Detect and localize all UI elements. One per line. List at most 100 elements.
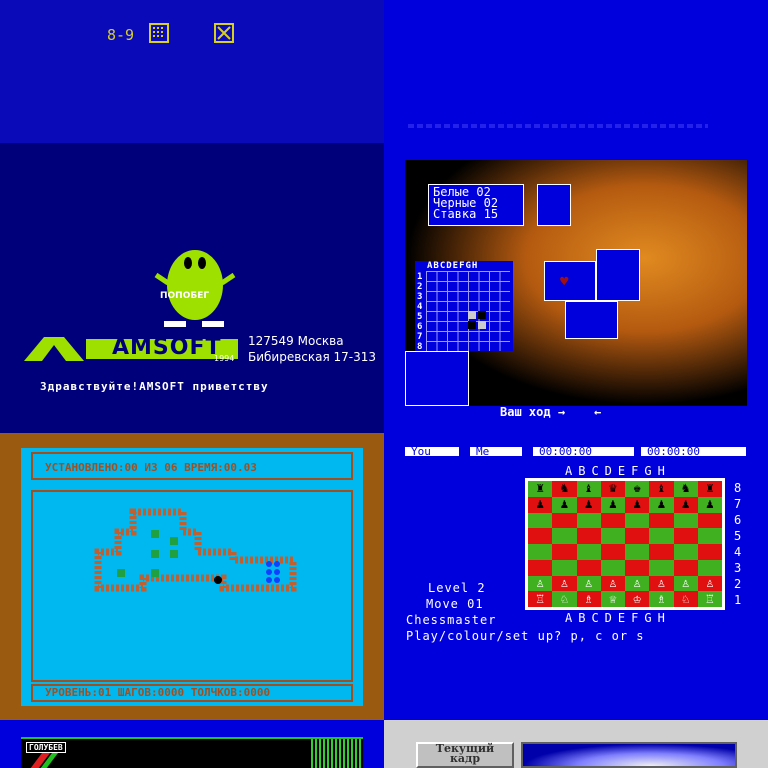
chess-square[interactable]: ♙ [697, 575, 722, 592]
chess-square[interactable] [528, 512, 553, 529]
chess-square[interactable]: ♛ [600, 481, 625, 497]
chess-square[interactable] [625, 512, 650, 529]
chess-piece[interactable]: ♜ [536, 482, 544, 495]
chess-piece[interactable]: ♜ [706, 482, 714, 495]
chess-square[interactable] [576, 528, 601, 544]
chess-piece[interactable]: ♟ [609, 498, 617, 511]
chess-piece[interactable]: ♟ [536, 498, 544, 511]
chess-piece[interactable]: ♘ [560, 593, 568, 606]
chess-square[interactable]: ♟ [697, 496, 722, 513]
chess-square[interactable] [600, 559, 625, 576]
chess-square[interactable]: ♗ [576, 591, 601, 607]
chess-square[interactable]: ♖ [697, 591, 722, 607]
chess-square[interactable] [576, 512, 601, 529]
chess-piece[interactable]: ♗ [585, 593, 593, 606]
chess-piece[interactable]: ♙ [609, 577, 617, 590]
chess-square[interactable] [649, 528, 674, 544]
chess-square[interactable] [552, 528, 577, 544]
chess-square[interactable] [528, 559, 553, 576]
chess-piece[interactable]: ♙ [706, 577, 714, 590]
chess-piece[interactable]: ♚ [633, 482, 641, 495]
chess-piece[interactable]: ♗ [657, 593, 665, 606]
chess-square[interactable] [625, 559, 650, 576]
chess-square[interactable] [649, 544, 674, 560]
chess-square[interactable]: ♜ [528, 481, 553, 497]
chess-square[interactable] [697, 544, 722, 560]
chess-square[interactable]: ♟ [649, 496, 674, 513]
chess-square[interactable]: ♗ [649, 591, 674, 607]
chess-square[interactable]: ♚ [625, 481, 650, 497]
chess-piece[interactable]: ♟ [706, 498, 714, 511]
chess-square[interactable] [600, 544, 625, 560]
chess-square[interactable]: ♟ [576, 496, 601, 513]
chess-piece[interactable]: ♙ [657, 577, 665, 590]
chess-piece[interactable]: ♞ [682, 482, 690, 495]
chess-square[interactable] [552, 559, 577, 576]
chess-piece[interactable]: ♟ [560, 498, 568, 511]
chess-square[interactable]: ♙ [673, 575, 698, 592]
chess-piece[interactable]: ♛ [609, 482, 617, 495]
chess-piece[interactable]: ♙ [560, 577, 568, 590]
chess-piece[interactable]: ♕ [609, 593, 617, 606]
chess-piece[interactable]: ♘ [682, 593, 690, 606]
chess-square[interactable]: ♝ [649, 481, 674, 497]
chess-square[interactable] [552, 512, 577, 529]
chess-square[interactable]: ♙ [600, 575, 625, 592]
chess-square[interactable] [673, 559, 698, 576]
chess-square[interactable] [673, 528, 698, 544]
chess-piece[interactable]: ♟ [585, 498, 593, 511]
chess-square[interactable]: ♟ [625, 496, 650, 513]
chess-square[interactable]: ♙ [552, 575, 577, 592]
chess-square[interactable]: ♙ [625, 575, 650, 592]
stake-box[interactable] [537, 184, 571, 226]
chess-square[interactable]: ♕ [600, 591, 625, 607]
chess-square[interactable]: ♜ [697, 481, 722, 497]
chess-square[interactable]: ♙ [528, 575, 553, 592]
chess-square[interactable] [649, 559, 674, 576]
chess-piece[interactable]: ♖ [536, 593, 544, 606]
chess-square[interactable] [697, 559, 722, 576]
chess-square[interactable]: ♔ [625, 591, 650, 607]
chess-square[interactable]: ♞ [552, 481, 577, 497]
hidden-card[interactable] [596, 249, 640, 301]
chess-piece[interactable]: ♙ [682, 577, 690, 590]
hidden-card[interactable] [544, 261, 596, 301]
chess-square[interactable]: ♘ [552, 591, 577, 607]
board-grid[interactable] [426, 271, 510, 351]
chess-piece[interactable]: ♟ [633, 498, 641, 511]
chess-square[interactable] [528, 544, 553, 560]
chess-square[interactable]: ♘ [673, 591, 698, 607]
hidden-card[interactable] [405, 351, 469, 406]
chess-piece[interactable]: ♟ [682, 498, 690, 511]
chess-piece[interactable]: ♟ [657, 498, 665, 511]
chess-square[interactable]: ♟ [528, 496, 553, 513]
play-field[interactable] [31, 490, 353, 682]
chess-square[interactable] [697, 512, 722, 529]
hidden-card[interactable] [565, 301, 618, 339]
chess-piece[interactable]: ♖ [706, 593, 714, 606]
current-frame-button[interactable]: Текущий кадр [416, 742, 514, 768]
chess-square[interactable] [552, 544, 577, 560]
grid-box-icon[interactable] [149, 23, 169, 43]
chess-square[interactable]: ♙ [576, 575, 601, 592]
chess-square[interactable] [649, 512, 674, 529]
chess-square[interactable] [625, 544, 650, 560]
chess-square[interactable] [625, 528, 650, 544]
chess-square[interactable] [673, 512, 698, 529]
chess-square[interactable] [576, 544, 601, 560]
chess-piece[interactable]: ♞ [560, 482, 568, 495]
chess-square[interactable] [673, 544, 698, 560]
chess-square[interactable] [576, 559, 601, 576]
chess-square[interactable]: ♖ [528, 591, 553, 607]
chess-piece[interactable]: ♙ [633, 577, 641, 590]
chess-square[interactable]: ♟ [600, 496, 625, 513]
chess-square[interactable]: ♟ [673, 496, 698, 513]
chess-square[interactable] [600, 528, 625, 544]
chess-piece[interactable]: ♝ [657, 482, 665, 495]
chess-piece[interactable]: ♙ [585, 577, 593, 590]
chess-square[interactable] [600, 512, 625, 529]
chess-piece[interactable]: ♝ [585, 482, 593, 495]
chess-square[interactable] [697, 528, 722, 544]
chess-board[interactable]: ♜ ♞ ♝ ♛ ♚ ♝ ♞ ♜ ♟ ♟ ♟ ♟ ♟ ♟ ♟ ♟ ♙ ♙ ♙ ♙ ♙ ♙ ♙ ♙ ♖ ♘ ♗ ♕ ♔ ♗ ♘ ♖ [525, 478, 725, 610]
chess-square[interactable] [528, 528, 553, 544]
